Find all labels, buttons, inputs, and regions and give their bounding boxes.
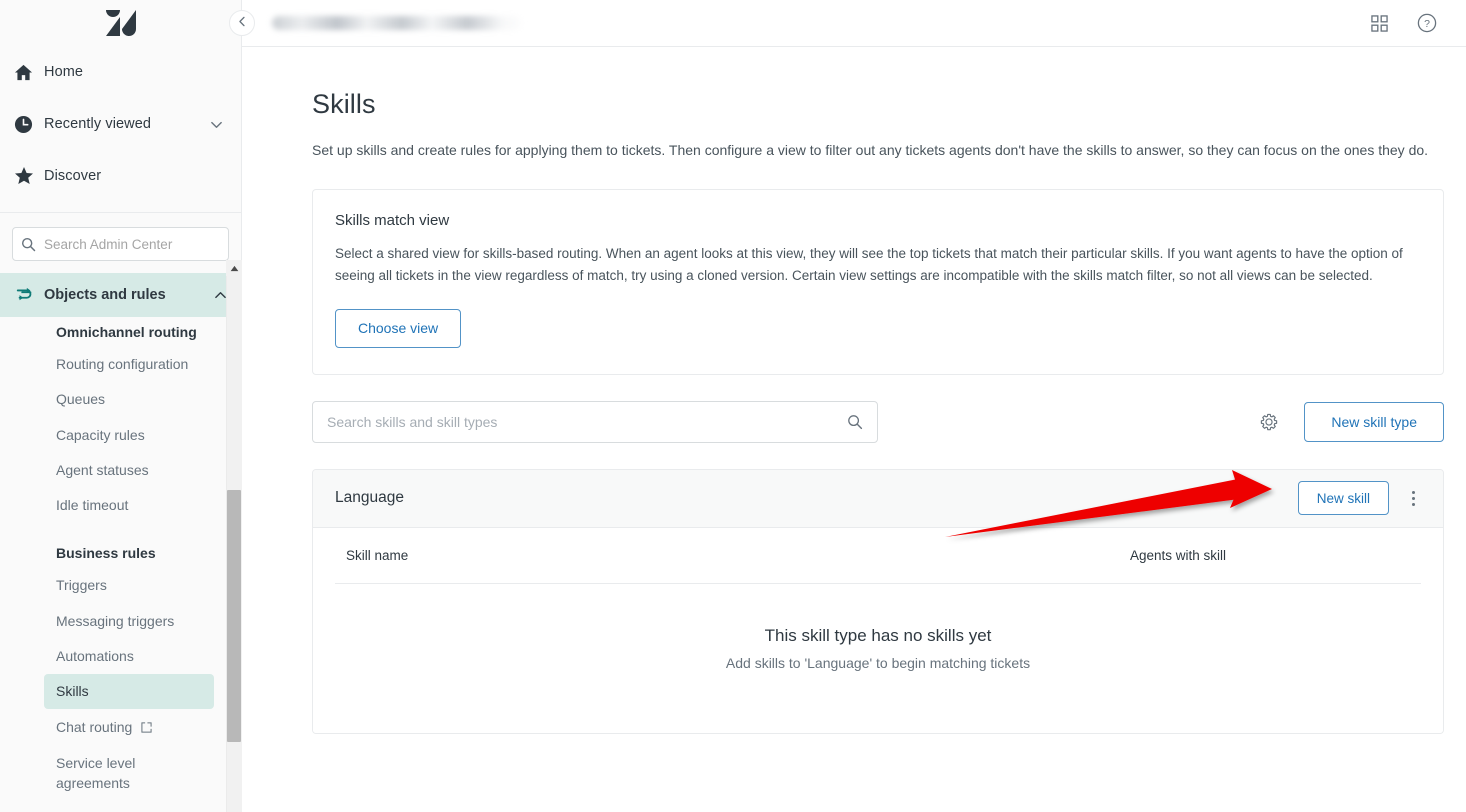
grid-apps-icon[interactable]	[1362, 6, 1396, 40]
kebab-dot	[1411, 490, 1415, 494]
sidebar-primary-nav: Home Recently viewed Discover	[0, 46, 241, 212]
scroll-up-arrow-icon[interactable]	[226, 260, 242, 276]
more-vertical-icon[interactable]	[1397, 482, 1429, 514]
sidebar-scrollbar-thumb[interactable]	[227, 490, 241, 742]
new-skill-type-button[interactable]: New skill type	[1304, 401, 1444, 442]
page-title: Skills	[312, 89, 376, 119]
skills-search-placeholder: Search skills and skill types	[327, 413, 498, 430]
skills-empty-state: This skill type has no skills yet Add sk…	[335, 584, 1421, 733]
routing-arrows-icon	[14, 285, 44, 305]
collapse-sidebar-button[interactable]	[229, 10, 255, 36]
sidebar-item-discover[interactable]: Discover	[0, 150, 241, 202]
subnav-group-title: Business rules	[56, 545, 156, 562]
sidebar-item-agent-statuses[interactable]: Agent statuses	[44, 453, 214, 487]
gear-icon[interactable]	[1254, 407, 1284, 437]
home-icon	[14, 63, 44, 82]
admin-center-app: Home Recently viewed Discover Search Adm…	[0, 0, 1466, 812]
zendesk-logo[interactable]	[0, 0, 241, 46]
star-icon	[14, 166, 44, 186]
sidebar-item-label: Recently viewed	[44, 116, 152, 132]
skills-match-view-card: Skills match view Select a shared view f…	[312, 189, 1444, 375]
sidebar-item-queues[interactable]: Queues	[44, 382, 214, 416]
svg-text:?: ?	[1424, 18, 1430, 30]
sidebar-item-routing-configuration[interactable]: Routing configuration	[44, 347, 214, 381]
clock-icon	[14, 115, 44, 134]
skill-type-name: Language	[335, 489, 404, 507]
admin-search-placeholder: Search Admin Center	[44, 236, 173, 252]
sidebar-item-schedules[interactable]: Schedules	[44, 802, 214, 812]
sidebar: Home Recently viewed Discover Search Adm…	[0, 0, 242, 812]
skills-search-input[interactable]: Search skills and skill types	[312, 400, 878, 443]
sidebar-item-automations[interactable]: Automations	[44, 639, 214, 673]
redacted-url-text	[272, 16, 522, 30]
sidebar-item-label: Chat routing	[56, 718, 133, 735]
card-description: Select a shared view for skills-based ro…	[335, 246, 1403, 283]
help-circle-icon[interactable]: ?	[1410, 6, 1444, 40]
page-content: Skills Set up skills and create rules fo…	[242, 47, 1466, 812]
sidebar-item-home[interactable]: Home	[0, 46, 241, 98]
panel-body: Skill name Agents with skill This skill …	[313, 527, 1443, 733]
search-icon	[21, 237, 36, 252]
subnav-group-title: Omnichannel routing	[56, 324, 197, 340]
chevron-left-icon	[237, 14, 248, 32]
empty-state-subtitle: Add skills to 'Language' to begin matchi…	[725, 654, 1031, 671]
sidebar-subnav: Omnichannel routing Routing configuratio…	[0, 306, 226, 812]
search-icon	[847, 414, 863, 430]
skills-toolbar: Search skills and skill types New skill …	[312, 400, 1444, 443]
top-bar: ?	[242, 0, 1466, 47]
skill-type-panel-language: Language New skill Skill name Agents wit…	[312, 468, 1444, 734]
main-content: ? Skills Set up skills and create rules …	[229, 0, 1466, 812]
sidebar-item-capacity-rules[interactable]: Capacity rules	[44, 418, 214, 452]
skills-table-header: Skill name Agents with skill	[335, 528, 1421, 584]
page-description: Set up skills and create rules for apply…	[312, 142, 1429, 158]
sidebar-item-skills[interactable]: Skills	[44, 674, 214, 709]
panel-header: Language New skill	[313, 469, 1443, 528]
kebab-dot	[1411, 502, 1415, 506]
empty-state-title: This skill type has no skills yet	[764, 625, 992, 645]
sidebar-item-chat-routing[interactable]: Chat routing	[44, 710, 214, 745]
external-link-icon	[141, 718, 152, 738]
sidebar-item-label: Discover	[44, 168, 102, 184]
sidebar-item-label: Home	[44, 64, 84, 80]
sidebar-item-recently-viewed[interactable]: Recently viewed	[0, 98, 241, 150]
sidebar-item-service-level-agreements[interactable]: Service level agreements	[44, 746, 162, 801]
choose-view-button[interactable]: Choose view	[335, 308, 462, 348]
chevron-down-icon[interactable]	[210, 118, 223, 131]
sidebar-item-messaging-triggers[interactable]: Messaging triggers	[44, 604, 214, 638]
column-header-agents-with-skill: Agents with skill	[1130, 547, 1227, 563]
sidebar-item-triggers[interactable]: Triggers	[44, 568, 214, 602]
column-header-skill-name: Skill name	[346, 547, 409, 563]
new-skill-button[interactable]: New skill	[1297, 481, 1389, 516]
kebab-dot	[1411, 496, 1415, 500]
card-title: Skills match view	[335, 212, 450, 229]
admin-search-input[interactable]: Search Admin Center	[12, 227, 229, 261]
sidebar-item-idle-timeout[interactable]: Idle timeout	[44, 488, 214, 522]
sidebar-section-label: Objects and rules	[44, 287, 166, 303]
sidebar-divider	[0, 212, 241, 213]
